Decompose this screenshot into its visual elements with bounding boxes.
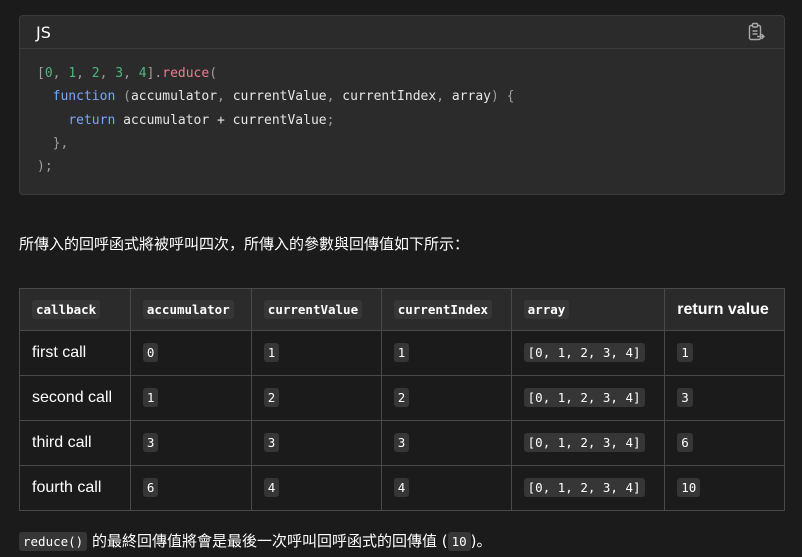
table-row: second call 1 2 2 [0, 1, 2, 3, 4] 3 xyxy=(19,375,785,421)
code-token: , xyxy=(76,66,92,81)
code-language-label: JS xyxy=(36,23,51,42)
table-header-row: callback accumulator currentValue curren… xyxy=(19,288,785,331)
summary-text-middle: 的最終回傳值將會是最後一次呼叫回呼函式的回傳值 ( xyxy=(87,532,448,550)
code-token: array xyxy=(451,89,491,105)
code-line: function (accumulator, currentValue, cur… xyxy=(37,85,515,108)
cell-current-index: 1 xyxy=(380,330,512,376)
code-token: ) { xyxy=(490,89,515,105)
cell-array: [0, 1, 2, 3, 4] xyxy=(510,465,666,511)
code-line: ); xyxy=(37,155,514,178)
summary-text-end: )。 xyxy=(470,532,492,550)
reduce-calls-table: callback accumulator currentValue curren… xyxy=(19,288,785,511)
code-token: ( xyxy=(123,89,131,105)
code-token: return xyxy=(68,112,116,128)
header-accumulator: accumulator xyxy=(129,288,252,331)
code-token: , xyxy=(217,89,233,105)
code-token: accumulator + currentValue xyxy=(115,112,327,128)
code-token: }, xyxy=(37,135,69,151)
header-array: array xyxy=(510,288,666,331)
header-current-index: currentIndex xyxy=(380,288,512,331)
header-current-value: currentValue xyxy=(250,288,382,331)
cell-array: [0, 1, 2, 3, 4] xyxy=(510,330,666,376)
code-token: 3 xyxy=(115,66,124,81)
summary-paragraph: reduce() 的最終回傳值將會是最後一次呼叫回呼函式的回傳值 (10)。 xyxy=(19,530,492,551)
code-token: ]. xyxy=(146,66,163,81)
cell-current-index: 3 xyxy=(380,420,512,466)
code-token: , xyxy=(99,66,116,81)
code-block-header: JS xyxy=(20,16,784,49)
code-token: , xyxy=(326,89,343,105)
code-token: 1 xyxy=(68,66,77,81)
header-return-value: return value xyxy=(664,288,785,331)
cell-current-index: 4 xyxy=(380,465,512,511)
code-token: 0 xyxy=(44,66,53,81)
table-row: third call 3 3 3 [0, 1, 2, 3, 4] 6 xyxy=(19,420,785,466)
cell-array: [0, 1, 2, 3, 4] xyxy=(510,420,666,466)
code-block: JS [0, 1, 2, 3, 4].reduce( function (acc… xyxy=(19,15,785,195)
cell-accumulator: 3 xyxy=(129,420,252,466)
cell-current-value: 3 xyxy=(250,420,382,466)
code-token: , xyxy=(436,89,452,105)
code-line: }, xyxy=(37,132,514,155)
code-line: return accumulator + currentValue; xyxy=(37,109,514,132)
table-row: fourth call 6 4 4 [0, 1, 2, 3, 4] 10 xyxy=(19,465,785,511)
cell-return-value: 3 xyxy=(664,375,785,421)
cell-return-value: 6 xyxy=(664,420,785,466)
code-token: currentIndex xyxy=(342,89,437,105)
code-token: 4 xyxy=(138,66,147,81)
cell-return-value: 1 xyxy=(664,330,785,376)
cell-current-value: 4 xyxy=(250,465,382,511)
cell-accumulator: 6 xyxy=(129,465,252,511)
cell-current-value: 2 xyxy=(250,375,382,421)
code-token: reduce xyxy=(162,66,210,81)
table-row: first call 0 1 1 [0, 1, 2, 3, 4] 1 xyxy=(19,330,785,376)
code-token: ); xyxy=(37,159,53,175)
cell-current-value: 1 xyxy=(250,330,382,376)
cell-array: [0, 1, 2, 3, 4] xyxy=(510,375,666,421)
copy-clipboard-icon[interactable] xyxy=(746,22,766,42)
cell-accumulator: 0 xyxy=(129,330,252,376)
code-token: 2 xyxy=(91,66,100,81)
reduce-inline-code: reduce() xyxy=(19,532,88,551)
cell-call: second call xyxy=(19,375,131,421)
cell-accumulator: 1 xyxy=(129,375,252,421)
intro-paragraph: 所傳入的回呼函式將被呼叫四次，所傳入的參數與回傳值如下所示： xyxy=(19,235,470,253)
cell-call: first call xyxy=(19,330,131,376)
code-line: [0, 1, 2, 3, 4].reduce( xyxy=(37,62,514,85)
code-token: [ xyxy=(37,66,45,81)
code-token: function xyxy=(52,89,116,105)
cell-current-index: 2 xyxy=(380,375,512,421)
code-token: ; xyxy=(326,112,335,128)
code-token: , xyxy=(52,66,69,81)
cell-call: fourth call xyxy=(19,465,131,511)
code-token: ( xyxy=(209,66,218,81)
code-token: , xyxy=(123,66,139,81)
final-value-inline-code: 10 xyxy=(447,532,471,551)
code-token: currentValue xyxy=(232,89,327,105)
cell-call: third call xyxy=(19,420,131,466)
cell-return-value: 10 xyxy=(664,465,785,511)
header-callback: callback xyxy=(19,288,131,331)
code-token: accumulator xyxy=(130,89,218,105)
code-content: [0, 1, 2, 3, 4].reduce( function (accumu… xyxy=(37,62,514,178)
